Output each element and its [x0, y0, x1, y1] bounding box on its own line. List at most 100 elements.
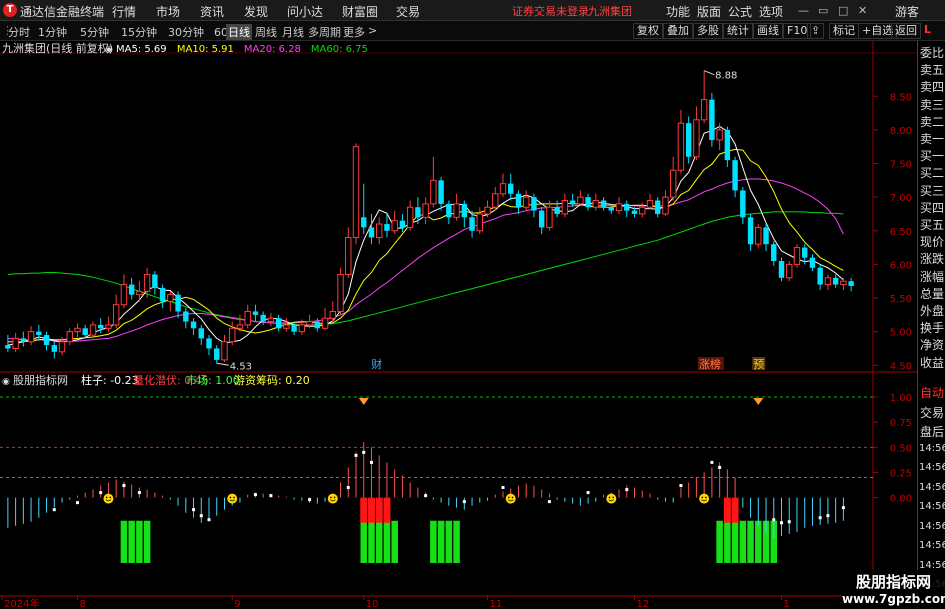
trade-login-warning[interactable]: 证券交易未登录 [512, 3, 589, 19]
menu-xuanxiang[interactable]: 选项 [759, 3, 783, 20]
candle-body [747, 217, 754, 245]
candle-body [236, 324, 244, 329]
side-label-8: 买三 [920, 183, 945, 198]
candle-body [430, 179, 437, 205]
period-weekly[interactable]: 周线 [255, 24, 277, 40]
candle-body [252, 311, 259, 315]
close-icon[interactable]: ✕ [858, 4, 867, 17]
candle-body [321, 317, 329, 329]
side-label-16: 换手 [920, 321, 945, 336]
menu-gongneng[interactable]: 功能 [666, 3, 690, 20]
candle-body [561, 200, 569, 215]
tool-duogu[interactable]: 多股 [693, 23, 723, 39]
menu-caifuquan[interactable]: 财富圈 [342, 3, 378, 20]
candle-body [740, 190, 746, 218]
lhqf-dot [192, 508, 196, 512]
market-green-bar [120, 520, 128, 563]
high-label: 8.88 [715, 71, 737, 82]
candle-body [763, 227, 769, 245]
candle-body [499, 183, 507, 195]
smiley-icon [606, 493, 617, 504]
period-15min[interactable]: 15分钟 [121, 24, 157, 40]
price-tick-label: 6.00 [890, 260, 912, 271]
maximize-icon[interactable]: □ [838, 4, 848, 17]
market-green-bar [143, 520, 151, 563]
tool-back[interactable]: 返回 [891, 23, 921, 39]
side-trade-5: 14:56 [919, 481, 945, 493]
high-pointer [703, 70, 715, 76]
lhqf-dot [818, 516, 822, 520]
side-label-11: 现价 [920, 235, 945, 250]
side-label-18: 收益 [920, 355, 945, 370]
menu-jiaoyi[interactable]: 交易 [396, 3, 420, 20]
market-green-bar [368, 520, 375, 563]
candle-body [446, 203, 452, 218]
side-trade-0[interactable]: 自动 [920, 384, 944, 401]
ma-legend-0: MA5: 5.69 [116, 44, 167, 55]
indicator-name: 股朋指标网 [13, 373, 68, 387]
candle-body [469, 217, 475, 231]
side-trade-2[interactable]: 盘后 [920, 423, 944, 440]
smiley-icon [505, 493, 516, 504]
candle-body [244, 310, 251, 326]
minimize-icon[interactable]: — [798, 4, 809, 17]
smiley-eye [233, 496, 235, 499]
candle-body [492, 193, 499, 208]
x-tick-label: 8 [79, 599, 85, 609]
menu-faxian[interactable]: 发现 [244, 3, 268, 20]
x-tick-label: 1 [784, 599, 790, 609]
app-logo-icon: T [3, 3, 17, 17]
tool-tongji[interactable]: 统计 [723, 23, 753, 39]
period-daily[interactable]: 日线 [226, 24, 252, 40]
lhqf-dot [346, 486, 350, 490]
candle-body [639, 206, 646, 215]
candle-body [608, 207, 615, 211]
candle-body [453, 203, 460, 218]
market-green-bar [437, 520, 445, 563]
candle-body [415, 207, 421, 218]
market-green-bar [383, 520, 391, 563]
tool-biaoji[interactable]: 标记 [829, 23, 859, 39]
candle-body [615, 203, 623, 212]
period-more-arrow-icon[interactable]: > [368, 24, 377, 37]
period-fenshi[interactable]: 分时 [8, 24, 30, 40]
hot-money-red-bar [383, 497, 391, 523]
restore-icon[interactable]: ▭ [818, 4, 828, 17]
menu-zixun[interactable]: 资讯 [200, 3, 224, 20]
kline-chart[interactable]: 8.50 8.00 7.50 7.00 6.50 6.00 5.50 5.00 4.50 九洲集团… [0, 41, 917, 609]
candle-body [848, 281, 854, 286]
guest-label[interactable]: 游客 [895, 3, 919, 20]
period-monthly[interactable]: 月线 [282, 24, 304, 40]
period-more[interactable]: 更多 [343, 24, 365, 40]
tool-fuquan[interactable]: 复权 [633, 23, 663, 39]
side-trade-1[interactable]: 交易 [920, 404, 944, 421]
candle-body [406, 206, 414, 228]
menu-shichang[interactable]: 市场 [156, 3, 180, 20]
tool-huaxian[interactable]: 画线 [753, 23, 783, 39]
period-1min[interactable]: 1分钟 [38, 24, 67, 40]
candle-body [592, 200, 600, 208]
menu-wenxiaoda[interactable]: 问小达 [287, 3, 323, 20]
price-tick-label: 5.50 [890, 294, 912, 305]
indicator-youzi: 游资筹码: 0.20 [234, 373, 310, 387]
smiley-eye [229, 496, 232, 499]
period-30min[interactable]: 30分钟 [168, 24, 204, 40]
tool-diejia[interactable]: 叠加 [663, 23, 693, 39]
candle-body [399, 220, 406, 228]
market-green-bar [724, 520, 731, 563]
lhqf-dot [780, 521, 784, 525]
candle-body [824, 277, 832, 286]
tool-share-icon[interactable]: ⇪ [807, 23, 825, 39]
period-multi[interactable]: 多周期 [308, 24, 341, 40]
period-5min[interactable]: 5分钟 [80, 24, 109, 40]
lhqf-dot [362, 450, 366, 454]
lhqf-dot [253, 493, 257, 497]
menu-hangqing[interactable]: 行情 [112, 3, 136, 20]
candle-body [283, 324, 290, 329]
menu-banmian[interactable]: 版面 [697, 3, 721, 20]
lhqf-dot [586, 491, 590, 495]
ind-tick-label: 0.50 [890, 443, 912, 454]
candle-body [802, 247, 808, 258]
side-label-3: 卖三 [920, 97, 945, 112]
menu-gongshi[interactable]: 公式 [728, 3, 752, 20]
